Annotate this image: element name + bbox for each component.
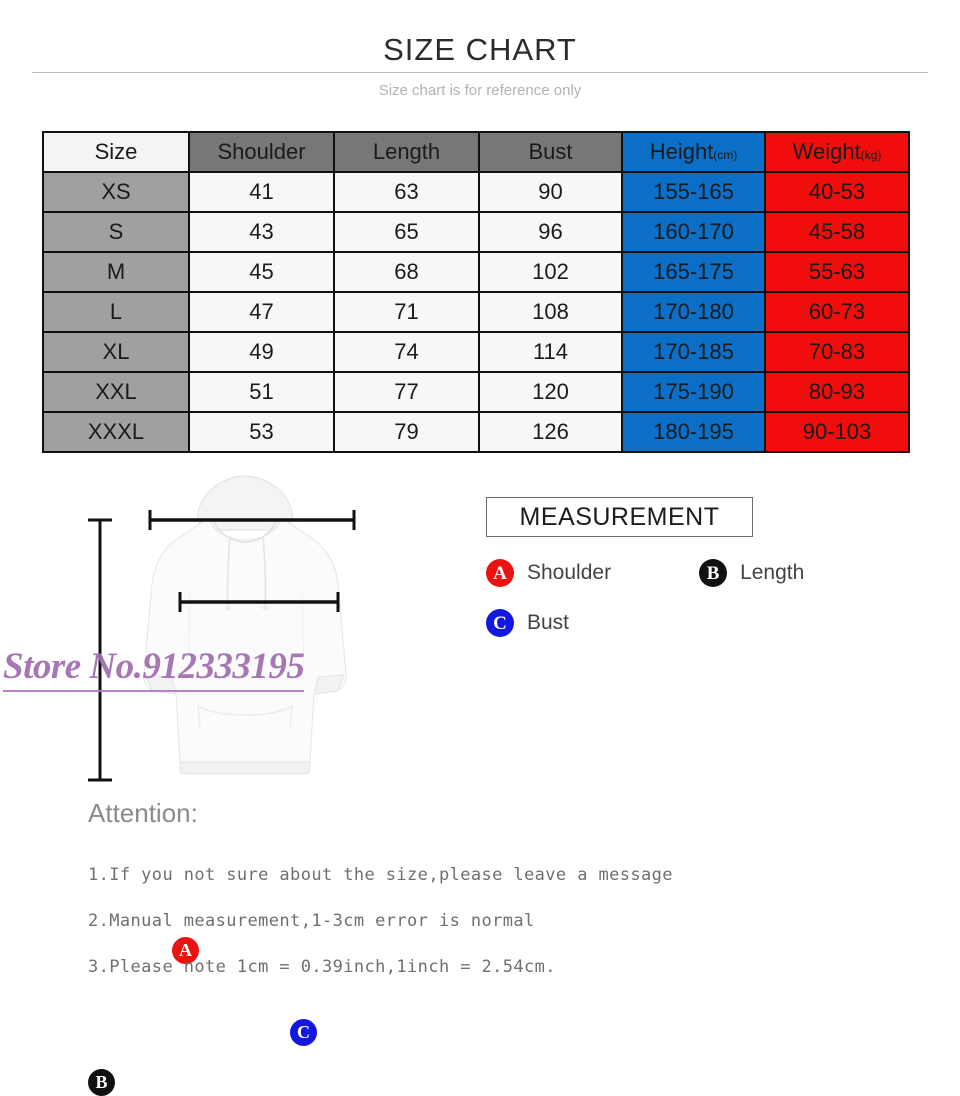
cell-height: 160-170	[621, 211, 766, 253]
legend-label-shoulder: Shoulder	[527, 561, 612, 584]
legend-item-bust: C Bust	[486, 609, 569, 637]
legend-badge-c-letter: C	[493, 612, 507, 634]
cell-size: M	[42, 251, 190, 293]
cell-weight: 60-73	[764, 291, 910, 333]
column-header-height-text: Height	[649, 139, 714, 164]
table-row: L 47 71 108 170-180 60-73	[42, 291, 910, 333]
column-header-bust: Bust	[478, 131, 623, 173]
cell-shoulder: 49	[188, 331, 335, 373]
cell-height: 155-165	[621, 171, 766, 213]
page-subtitle: Size chart is for reference only	[378, 82, 582, 99]
measurement-legend-panel: MEASUREMENT A Shoulder B Length C Bust	[486, 497, 906, 637]
size-chart-table: Size Shoulder Length Bust Height(cm) Wei…	[42, 131, 910, 453]
legend-item-shoulder: A Shoulder	[486, 559, 611, 587]
table-row: XL 49 74 114 170-185 70-83	[42, 331, 910, 373]
page-title: SIZE CHART	[383, 32, 577, 67]
legend-badge-a-letter: A	[493, 562, 507, 584]
table-row: M 45 68 102 165-175 55-63	[42, 251, 910, 293]
measurement-title-box: MEASUREMENT	[486, 497, 753, 537]
cell-size: XXXL	[42, 411, 190, 453]
cell-length: 68	[333, 251, 480, 293]
column-header-weight-text: Weight	[792, 139, 861, 164]
column-header-shoulder: Shoulder	[188, 131, 335, 173]
cell-shoulder: 41	[188, 171, 335, 213]
attention-list: 1.If you not sure about the size,please …	[88, 865, 928, 977]
cell-bust: 102	[478, 251, 623, 293]
column-header-weight-unit: (kg)	[860, 148, 882, 162]
table-row: S 43 65 96 160-170 45-58	[42, 211, 910, 253]
table-row: XXXL 53 79 126 180-195 90-103	[42, 411, 910, 453]
marker-c-bust: C	[290, 1019, 317, 1046]
cell-size: XL	[42, 331, 190, 373]
cell-weight: 70-83	[764, 331, 910, 373]
cell-length: 79	[333, 411, 480, 453]
table-body: XS 41 63 90 155-165 40-53 S 43 65 96 160-170 45-58 M…	[42, 171, 910, 453]
column-header-height: Height(cm)	[621, 131, 766, 173]
cell-bust: 90	[478, 171, 623, 213]
cell-bust: 126	[478, 411, 623, 453]
legend-label-bust: Bust	[527, 611, 570, 634]
size-chart-table-container: Size Shoulder Length Bust Height(cm) Wei…	[42, 131, 910, 453]
cell-length: 74	[333, 331, 480, 373]
cell-shoulder: 51	[188, 371, 335, 413]
cell-weight: 55-63	[764, 251, 910, 293]
measurement-title: MEASUREMENT	[519, 502, 720, 531]
cell-bust: 96	[478, 211, 623, 253]
cell-weight: 45-58	[764, 211, 910, 253]
header-block: SIZE CHART Size chart is for reference o…	[0, 0, 960, 120]
attention-heading: Attention:	[88, 798, 198, 828]
cell-weight: 80-93	[764, 371, 910, 413]
cell-length: 65	[333, 211, 480, 253]
column-header-weight: Weight(kg)	[764, 131, 910, 173]
cell-shoulder: 47	[188, 291, 335, 333]
legend-badge-c-icon: C	[486, 609, 514, 637]
cell-shoulder: 43	[188, 211, 335, 253]
store-number-watermark: Store No.912333195	[3, 645, 305, 692]
cell-size: XS	[42, 171, 190, 213]
title-divider	[32, 72, 928, 73]
cell-height: 175-190	[621, 371, 766, 413]
column-header-length: Length	[333, 131, 480, 173]
legend-row-2: C Bust	[486, 609, 906, 637]
attention-item: 2.Manual measurement,1-3cm error is norm…	[88, 911, 535, 931]
attention-item: 1.If you not sure about the size,please …	[88, 865, 673, 885]
legend-badge-a-icon: A	[486, 559, 514, 587]
cell-length: 63	[333, 171, 480, 213]
cell-size: XXL	[42, 371, 190, 413]
hoodie-illustration	[88, 475, 356, 782]
table-row: XS 41 63 90 155-165 40-53	[42, 171, 910, 213]
marker-c-label: C	[297, 1022, 310, 1042]
column-header-height-unit: (cm)	[713, 148, 738, 162]
cell-height: 170-180	[621, 291, 766, 333]
legend-badge-b-letter: B	[706, 562, 720, 584]
cell-shoulder: 45	[188, 251, 335, 293]
table-row: XXL 51 77 120 175-190 80-93	[42, 371, 910, 413]
cell-height: 165-175	[621, 251, 766, 293]
column-header-size: Size	[42, 131, 190, 173]
attention-block: Attention: 1.If you not sure about the s…	[88, 798, 928, 977]
cell-weight: 90-103	[764, 411, 910, 453]
cell-size: L	[42, 291, 190, 333]
cell-height: 170-185	[621, 331, 766, 373]
attention-item: 3.Please note 1cm = 0.39inch,1inch = 2.5…	[88, 957, 556, 977]
legend-label-length: Length	[740, 561, 805, 584]
cell-weight: 40-53	[764, 171, 910, 213]
cell-length: 77	[333, 371, 480, 413]
cell-bust: 114	[478, 331, 623, 373]
cell-size: S	[42, 211, 190, 253]
cell-length: 71	[333, 291, 480, 333]
legend-item-length: B Length	[699, 559, 804, 587]
marker-b-label: B	[95, 1072, 108, 1092]
legend-badge-b-icon: B	[699, 559, 728, 587]
cell-shoulder: 53	[188, 411, 335, 453]
marker-b-length: B	[88, 1069, 115, 1096]
cell-bust: 120	[478, 371, 623, 413]
table-header-row: Size Shoulder Length Bust Height(cm) Wei…	[42, 131, 910, 173]
cell-bust: 108	[478, 291, 623, 333]
cell-height: 180-195	[621, 411, 766, 453]
legend-row-1: A Shoulder B Length	[486, 559, 906, 587]
